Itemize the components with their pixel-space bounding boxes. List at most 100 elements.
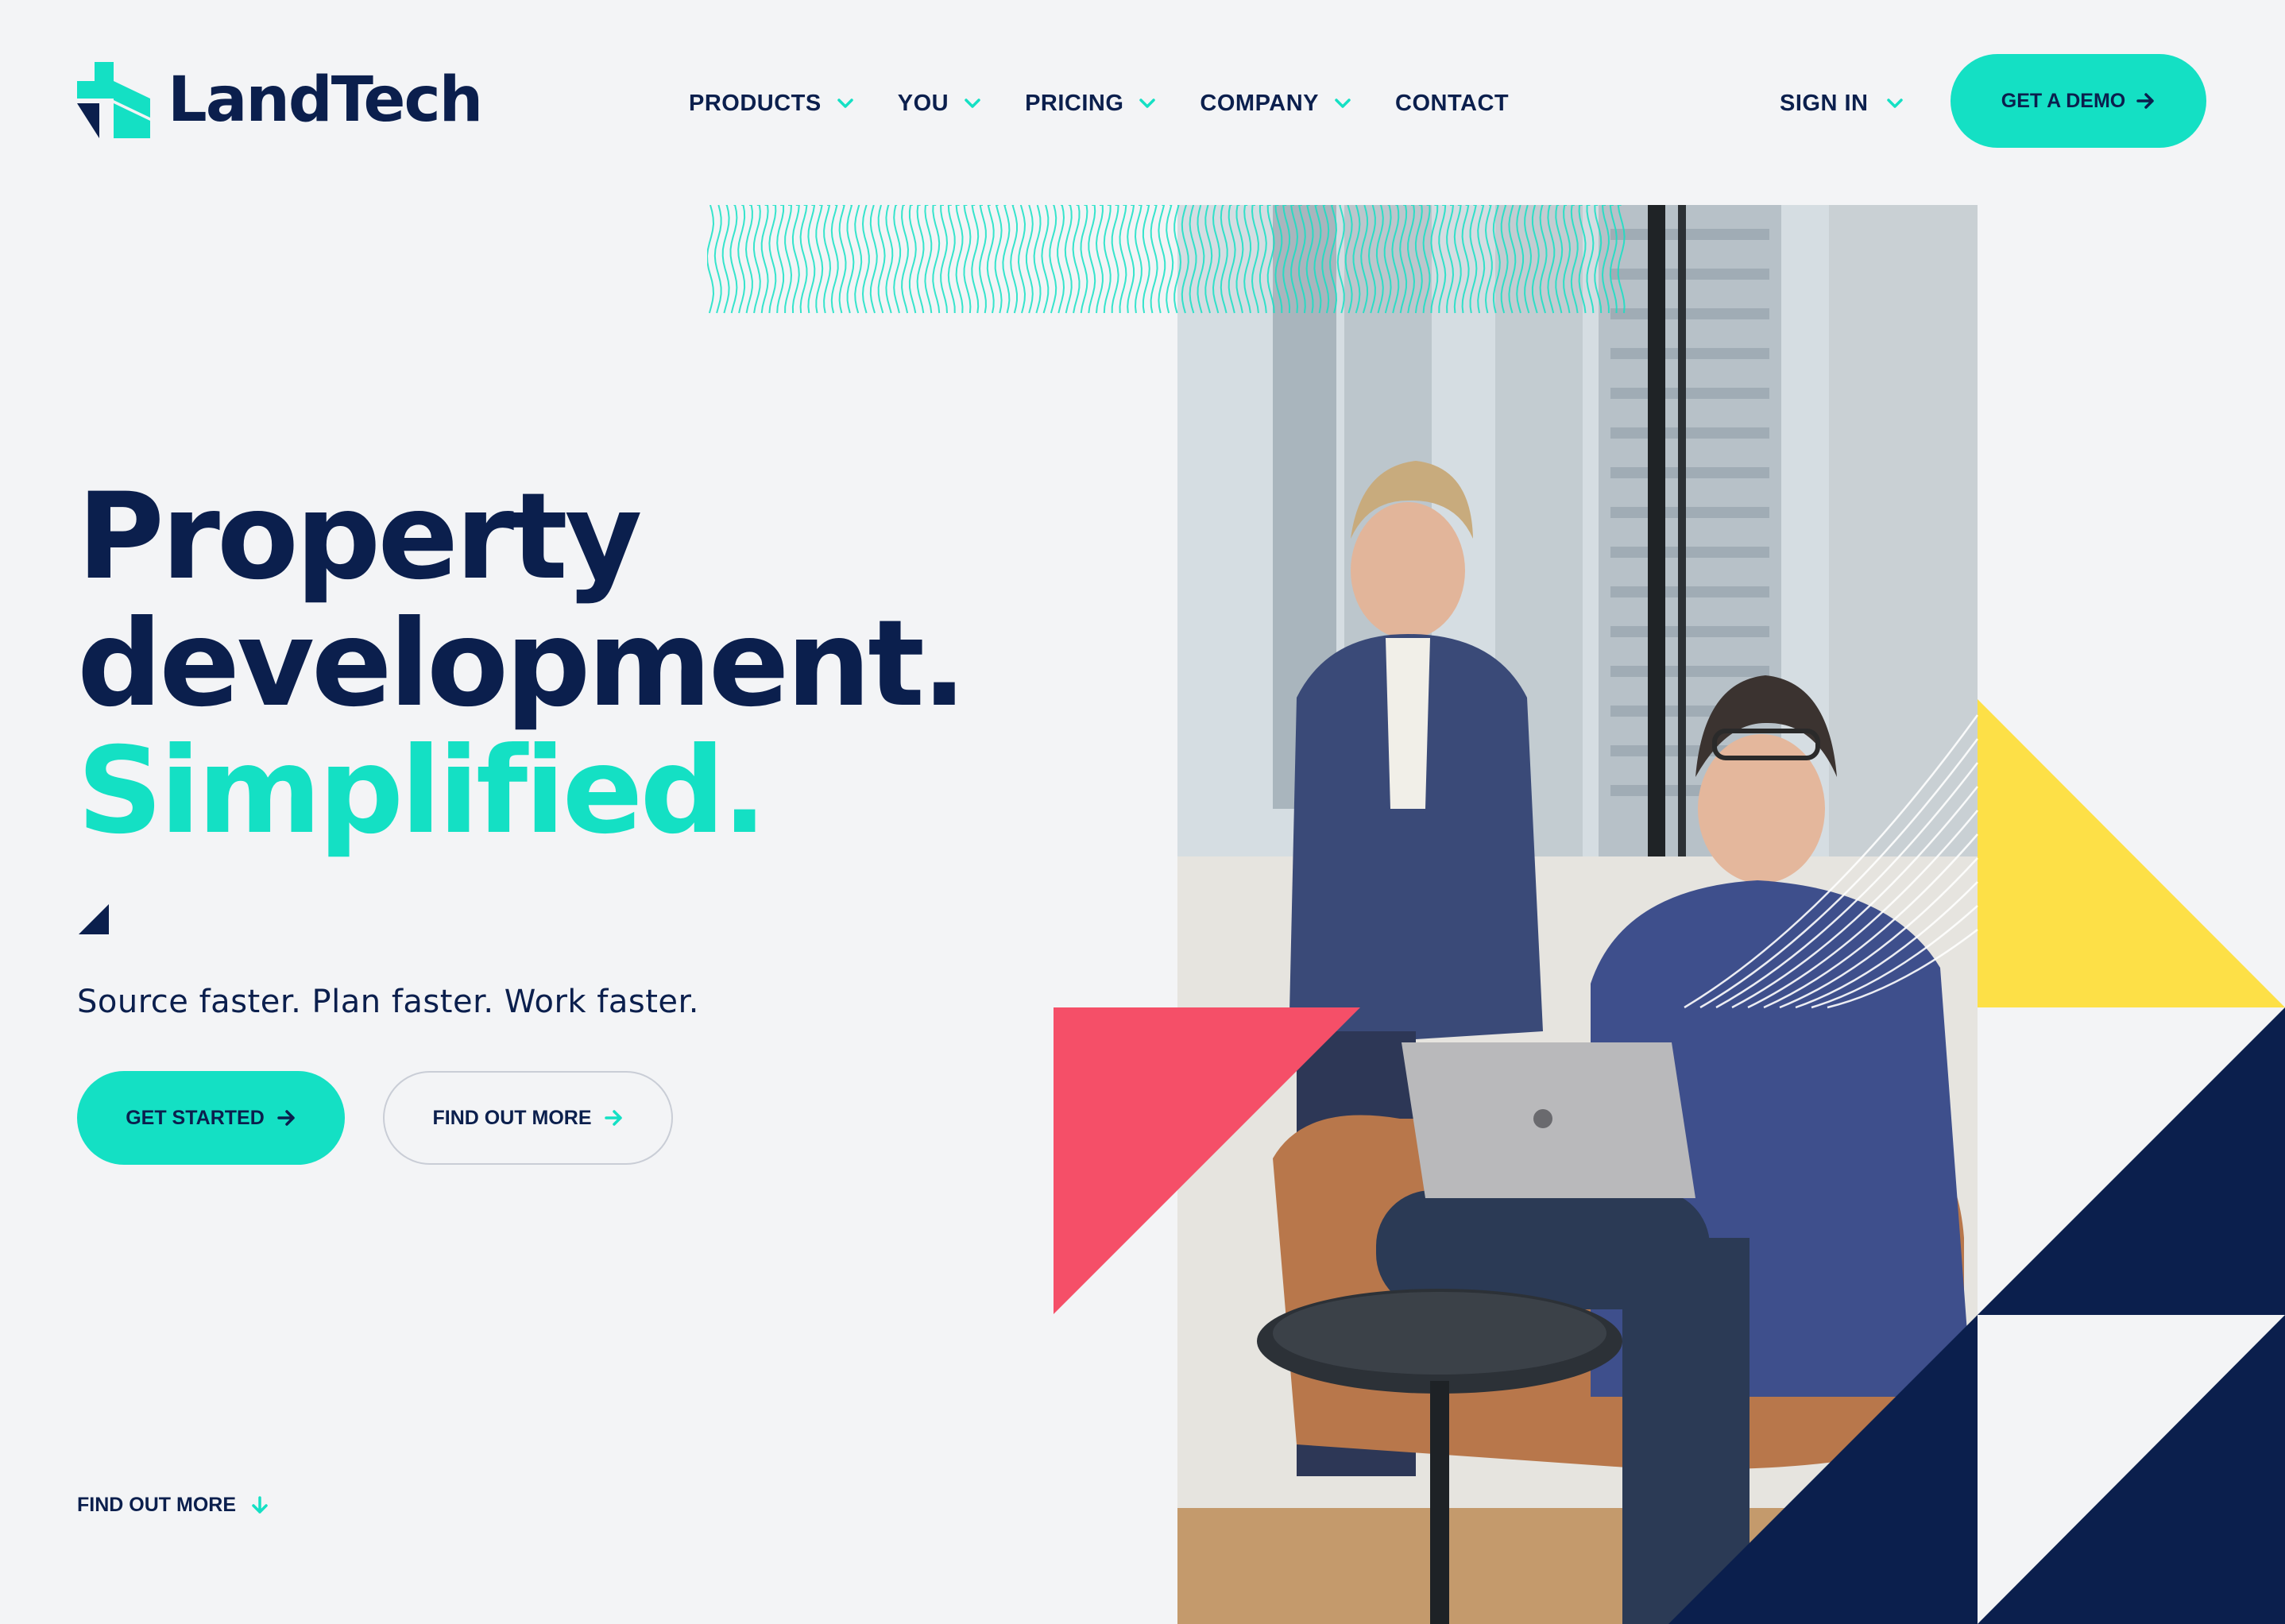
wave-line xyxy=(1399,205,1408,314)
nav-item-pricing[interactable]: PRICING xyxy=(1025,91,1156,117)
wave-line xyxy=(1336,205,1345,314)
wave-line xyxy=(823,205,832,314)
wave-line xyxy=(1228,205,1236,314)
wave-line xyxy=(1360,205,1369,314)
arrow-right-icon xyxy=(604,1110,622,1126)
hero-tagline: Source faster. Plan faster. Work faster. xyxy=(77,984,699,1020)
wave-line xyxy=(737,205,746,314)
find-out-more-label: FIND OUT MORE xyxy=(432,1106,592,1129)
wave-line xyxy=(1438,205,1447,314)
wave-line xyxy=(1127,205,1135,314)
wave-line xyxy=(1158,205,1166,314)
wave-line xyxy=(1477,205,1486,314)
chevron-down-icon xyxy=(1335,99,1351,108)
landtech-logo-icon xyxy=(77,62,150,138)
wave-line xyxy=(721,205,730,314)
get-a-demo-button[interactable]: GET A DEMO xyxy=(1951,54,2206,148)
wave-line xyxy=(1274,205,1283,314)
wave-line xyxy=(1258,205,1267,314)
wave-line xyxy=(1367,205,1376,314)
wave-line xyxy=(932,205,941,314)
wave-line xyxy=(1422,205,1431,314)
wave-line xyxy=(815,205,824,314)
get-started-button[interactable]: GET STARTED xyxy=(77,1071,345,1165)
nav-item-products[interactable]: PRODUCTS xyxy=(689,91,853,117)
nav-label: CONTACT xyxy=(1395,90,1510,116)
nav-item-you[interactable]: YOU xyxy=(898,91,980,117)
wave-line xyxy=(1617,205,1626,314)
wave-line xyxy=(1586,205,1595,314)
wave-line xyxy=(1594,205,1603,314)
wave-line xyxy=(1391,205,1400,314)
wave-line xyxy=(784,205,793,314)
wave-line xyxy=(1555,205,1564,314)
wave-line xyxy=(1142,205,1150,314)
get-started-label: GET STARTED xyxy=(126,1106,265,1129)
wave-line xyxy=(1204,205,1213,314)
wave-line xyxy=(1578,205,1587,314)
wave-line xyxy=(1095,205,1104,314)
wave-line xyxy=(1321,205,1330,314)
chevron-down-icon xyxy=(837,99,853,108)
hero-headline: Property development. Simplified. xyxy=(77,474,967,860)
wave-line xyxy=(1297,205,1306,314)
wave-line xyxy=(1088,205,1096,314)
wave-line xyxy=(1017,205,1027,314)
wave-line xyxy=(1508,205,1517,314)
wave-line xyxy=(776,205,785,314)
wave-line xyxy=(838,205,847,314)
hero-photo xyxy=(1177,205,1978,1624)
navy-triangle-upper xyxy=(1978,1007,2285,1315)
scroll-link-label: FIND OUT MORE xyxy=(77,1494,236,1516)
arrow-right-icon xyxy=(277,1110,295,1126)
wave-line xyxy=(1328,205,1338,314)
landtech-logo[interactable]: LandTech xyxy=(77,62,483,138)
nav-item-contact[interactable]: CONTACT xyxy=(1395,91,1509,117)
sign-in-menu[interactable]: SIGN IN xyxy=(1780,84,1904,122)
wave-line xyxy=(916,205,925,314)
wave-line xyxy=(729,205,738,314)
wave-line xyxy=(1531,205,1540,314)
wave-line xyxy=(924,205,933,314)
wave-line xyxy=(901,205,910,314)
find-out-more-button[interactable]: FIND OUT MORE xyxy=(383,1071,673,1165)
wave-line xyxy=(1111,205,1119,314)
wave-line xyxy=(908,205,917,314)
scroll-find-out-more-link[interactable]: FIND OUT MORE xyxy=(77,1494,268,1517)
wave-line xyxy=(713,205,722,314)
wave-line xyxy=(955,205,964,314)
wave-line xyxy=(1446,205,1455,314)
wave-line xyxy=(1235,205,1244,314)
wave-line xyxy=(1119,205,1127,314)
hero-title-line3: Simplified. xyxy=(77,722,767,860)
wave-line xyxy=(971,205,980,314)
wave-line xyxy=(1251,205,1259,314)
yellow-triangle xyxy=(1978,699,2285,1007)
wave-line xyxy=(1033,205,1042,314)
wave-line xyxy=(1212,205,1220,314)
wave-line xyxy=(1453,205,1462,314)
navy-triangle-lower-right xyxy=(1978,1315,2285,1624)
wave-line xyxy=(1049,205,1057,314)
wave-line xyxy=(1407,205,1416,314)
wave-line xyxy=(994,205,1003,314)
wave-line xyxy=(1010,205,1018,314)
wave-line xyxy=(1282,205,1291,314)
wave-line xyxy=(1266,205,1275,314)
wave-line xyxy=(1461,205,1470,314)
wave-line xyxy=(1344,205,1353,314)
wave-line xyxy=(830,205,839,314)
wave-line xyxy=(1484,205,1493,314)
wave-line xyxy=(752,205,761,314)
wave-line xyxy=(1041,205,1050,314)
nav-label: COMPANY xyxy=(1200,90,1319,116)
wave-line xyxy=(1492,205,1501,314)
wave-line xyxy=(1243,205,1252,314)
nav-item-company[interactable]: COMPANY xyxy=(1200,91,1351,117)
wave-line xyxy=(978,205,987,314)
arrow-down-icon xyxy=(252,1495,268,1514)
get-a-demo-label: GET A DEMO xyxy=(2001,89,2126,112)
wave-line xyxy=(1524,205,1533,314)
wave-line xyxy=(986,205,995,314)
wave-line xyxy=(1305,205,1314,314)
